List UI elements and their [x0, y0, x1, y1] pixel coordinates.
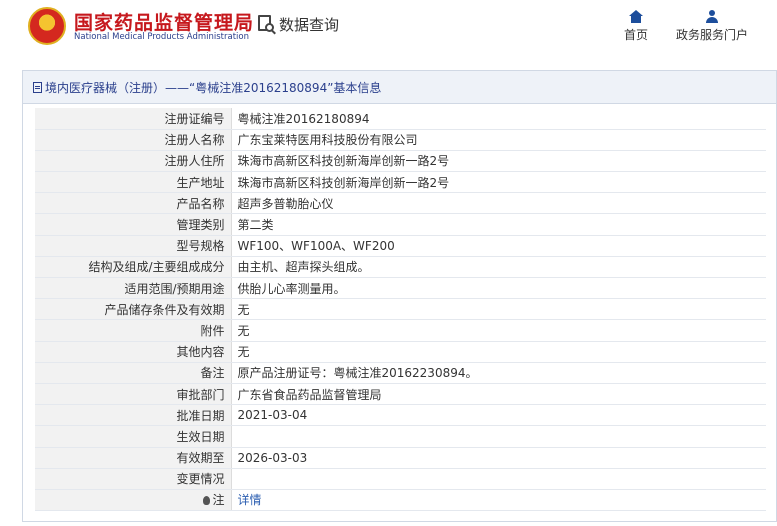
nav-home-label: 首页: [623, 28, 648, 42]
field-label: 型号规格: [35, 235, 232, 257]
data-query-label: 数据查询: [279, 16, 340, 34]
field-value: [231, 425, 766, 448]
national-emblem-logo: ★: [28, 7, 66, 45]
table-row: 结构及组成/主要组成成分 由主机、超声探头组成。: [35, 256, 766, 279]
table-row: 生效日期: [35, 425, 766, 448]
field-value: 2021-03-04: [231, 404, 766, 427]
field-value: 广东省食品药品监督管理局: [231, 383, 766, 406]
field-value: 由主机、超声探头组成。: [231, 256, 766, 279]
nav-service-label: 政务服务门户: [675, 28, 748, 42]
site-header: ★ 国家药品监督管理局 National Medical Products Ad…: [0, 0, 777, 58]
field-label: 变更情况: [35, 468, 232, 490]
field-label: 有效期至: [35, 447, 232, 469]
field-value: 粤械注准20162180894: [231, 108, 766, 130]
details-link[interactable]: 详情: [238, 493, 262, 507]
table-row: 审批部门 广东省食品药品监督管理局: [35, 383, 766, 406]
panel-title-text: 境内医疗器械（注册）——“粤械注准20162180894”基本信息: [45, 80, 382, 95]
table-row: 产品储存条件及有效期无: [35, 298, 766, 321]
table-row: 注 详情: [35, 489, 766, 512]
table-row: 型号规格 WF100、WF100A、WF200: [35, 235, 766, 257]
table-row: 生产地址 珠海市高新区科技创新海岸创新一路2号: [35, 171, 766, 194]
field-value: 超声多普勒胎心仪: [231, 192, 766, 215]
field-label: 适用范围/预期用途: [35, 277, 232, 300]
field-label: 生产地址: [35, 171, 232, 194]
field-value: 原产品注册证号：粤械注准20162230894。: [231, 362, 766, 384]
field-label: 注册人名称: [35, 129, 232, 151]
table-row: 注册人名称 广东宝莱特医用科技股份有限公司: [35, 129, 766, 151]
field-label: 其他内容: [35, 341, 232, 363]
table-row: 适用范围/预期用途 供胎儿心率测量用。: [35, 277, 766, 300]
brand-title-cn: 国家药品监督管理局: [74, 12, 255, 34]
field-label: 管理类别: [35, 213, 232, 236]
info-table: 注册证编号 粤械注准20162180894 注册人名称 广东宝莱特医用科技股份有限公…: [35, 108, 766, 512]
field-value: 供胎儿心率测量用。: [231, 277, 766, 300]
field-label: 注册证编号: [35, 108, 232, 130]
table-row: 变更情况: [35, 468, 766, 490]
table-row: 注册人住所 珠海市高新区科技创新海岸创新一路2号: [35, 150, 766, 173]
field-value: 2026-03-03: [231, 447, 766, 469]
document-icon: [33, 81, 42, 93]
table-row: 附件无: [35, 319, 766, 342]
field-label: 审批部门: [35, 383, 232, 406]
table-row: 其他内容无: [35, 341, 766, 363]
field-value: 珠海市高新区科技创新海岸创新一路2号: [231, 171, 766, 194]
field-label: 生效日期: [35, 425, 232, 448]
field-label: 产品名称: [35, 192, 232, 215]
field-value: 广东宝莱特医用科技股份有限公司: [231, 129, 766, 151]
note-label-cell: 注: [35, 489, 232, 512]
nav-home[interactable]: 首页: [620, 10, 652, 43]
home-icon: [629, 10, 643, 23]
field-value: 无: [231, 319, 766, 342]
detail-panel: 境内医疗器械（注册）——“粤械注准20162180894”基本信息 注册证编号粤…: [22, 70, 777, 522]
table-row: 备注 原产品注册证号：粤械注准20162230894。: [35, 362, 766, 384]
field-value: [231, 468, 766, 490]
table-row: 有效期至 2026-03-03: [35, 447, 766, 469]
field-value: WF100、WF100A、WF200: [231, 235, 766, 257]
table-row: 产品名称 超声多普勒胎心仪: [35, 192, 766, 215]
brand-title-en: National Medical Products Administration: [74, 32, 249, 42]
note-value-cell: 详情: [231, 489, 766, 512]
field-label: 注: [212, 493, 225, 508]
field-label: 备注: [35, 362, 232, 384]
field-label: 产品储存条件及有效期: [35, 298, 232, 321]
table-row: 注册证编号 粤械注准20162180894: [35, 108, 766, 130]
nav-service-portal[interactable]: 政务服务门户: [672, 10, 752, 43]
data-query-link[interactable]: 数据查询: [258, 14, 339, 35]
table-row: 批准日期 2021-03-04: [35, 404, 766, 427]
field-value: 无: [231, 298, 766, 321]
field-value: 珠海市高新区科技创新海岸创新一路2号: [231, 150, 766, 173]
table-row: 管理类别 第二类: [35, 213, 766, 236]
field-label: 附件: [35, 319, 232, 342]
search-document-icon: [258, 14, 276, 35]
field-label: 结构及组成/主要组成成分: [35, 256, 232, 279]
user-icon: [705, 10, 719, 23]
lightbulb-icon: [203, 496, 211, 506]
field-label: 批准日期: [35, 404, 232, 427]
panel-title: 境内医疗器械（注册）——“粤械注准20162180894”基本信息: [23, 71, 776, 104]
field-value: 第二类: [231, 213, 766, 236]
field-value: 无: [231, 341, 766, 363]
field-label: 注册人住所: [35, 150, 232, 173]
